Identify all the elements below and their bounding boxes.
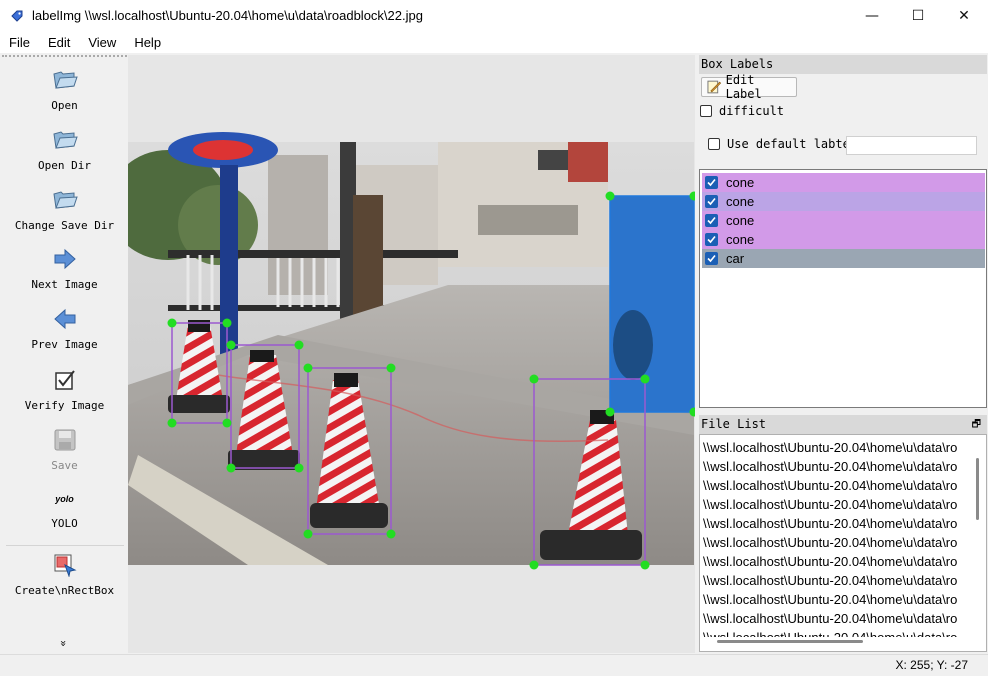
image-canvas[interactable] (128, 55, 695, 653)
label-text: car (726, 251, 745, 266)
change-save-dir-button[interactable]: Change Save Dir (2, 187, 127, 232)
file-item[interactable]: \\wsl.localhost\Ubuntu-20.04\home\u\data… (703, 609, 969, 628)
verify-image-label: Verify Image (24, 399, 105, 412)
folder-open-icon (52, 127, 78, 153)
horizontal-scrollbar[interactable] (717, 640, 863, 643)
file-item[interactable]: \\wsl.localhost\Ubuntu-20.04\home\u\data… (703, 628, 969, 637)
edit-label-text: Edit Label (725, 73, 762, 101)
toolbar: Open Open Dir Change Save Dir Next Image… (2, 55, 127, 653)
menu-bar: File Edit View Help (0, 31, 988, 53)
checkbox-checked-icon[interactable] (705, 233, 718, 246)
file-item[interactable]: \\wsl.localhost\Ubuntu-20.04\home\u\data… (703, 571, 969, 590)
yolo-icon: yolo (52, 487, 78, 511)
label-text: cone (726, 232, 755, 247)
difficult-checkbox[interactable]: difficult (700, 104, 784, 118)
file-item[interactable]: \\wsl.localhost\Ubuntu-20.04\home\u\data… (703, 590, 969, 609)
draw-rectangle-icon (52, 552, 78, 578)
label-item[interactable]: cone (702, 211, 985, 230)
floppy-disk-icon (52, 427, 78, 453)
open-label: Open (51, 99, 78, 112)
prev-image-label: Prev Image (31, 338, 98, 351)
checkbox-checked-icon[interactable] (705, 252, 718, 265)
file-item[interactable]: \\wsl.localhost\Ubuntu-20.04\home\u\data… (703, 457, 969, 476)
file-item[interactable]: \\wsl.localhost\Ubuntu-20.04\home\u\data… (703, 514, 969, 533)
use-default-label-checkbox-box[interactable] (708, 138, 720, 150)
checkbox-checked-icon[interactable] (705, 195, 718, 208)
tag-icon (11, 10, 23, 22)
title-bar: labelImg \\wsl.localhost\Ubuntu-20.04\ho… (0, 0, 988, 31)
checkbox-check-icon (52, 367, 78, 393)
yolo-icon-text: yolo (55, 494, 74, 504)
label-item[interactable]: cone (702, 230, 985, 249)
difficult-label: difficult (719, 104, 785, 118)
next-image-label: Next Image (31, 278, 98, 291)
folder-open-icon (52, 187, 78, 213)
file-item[interactable]: \\wsl.localhost\Ubuntu-20.04\home\u\data… (703, 438, 969, 457)
annotated-image (128, 132, 695, 570)
window-title: labelImg \\wsl.localhost\Ubuntu-20.04\ho… (32, 8, 423, 23)
folder-open-icon (52, 67, 78, 93)
label-text: cone (726, 194, 755, 209)
label-item[interactable]: car (702, 249, 985, 268)
box-labels-header: Box Labels (699, 55, 987, 74)
arrow-left-icon (52, 306, 78, 332)
edit-note-icon (707, 80, 722, 94)
minimize-button[interactable]: — (849, 0, 895, 31)
yolo-format-button[interactable]: yolo YOLO (2, 487, 127, 530)
open-dir-button[interactable]: Open Dir (2, 127, 127, 172)
toolbar-separator (6, 545, 124, 546)
prev-image-button[interactable]: Prev Image (2, 306, 127, 351)
checkbox-checked-icon[interactable] (705, 176, 718, 189)
next-image-button[interactable]: Next Image (2, 246, 127, 291)
close-button[interactable]: ✕ (941, 0, 987, 31)
verify-image-button[interactable]: Verify Image (2, 367, 127, 412)
file-list[interactable]: \\wsl.localhost\Ubuntu-20.04\home\u\data… (699, 434, 987, 652)
save-label: Save (51, 459, 78, 472)
checkbox-checked-icon[interactable] (705, 214, 718, 227)
file-item[interactable]: \\wsl.localhost\Ubuntu-20.04\home\u\data… (703, 552, 969, 571)
save-button[interactable]: Save (2, 427, 127, 472)
file-item[interactable]: \\wsl.localhost\Ubuntu-20.04\home\u\data… (703, 533, 969, 552)
vertical-scrollbar[interactable] (976, 458, 979, 520)
arrow-right-icon (52, 246, 78, 272)
file-item[interactable]: \\wsl.localhost\Ubuntu-20.04\home\u\data… (703, 495, 969, 514)
use-default-label-text: Use default labtel (727, 137, 858, 151)
menu-file[interactable]: File (0, 35, 39, 50)
label-text: cone (726, 213, 755, 228)
status-bar: X: 255; Y: -27 (0, 654, 988, 676)
dock-float-icon[interactable]: 🗗 (972, 415, 981, 434)
label-list[interactable]: cone cone cone cone car (699, 169, 987, 408)
label-text: cone (726, 175, 755, 190)
difficult-checkbox-box[interactable] (700, 105, 712, 117)
default-label-input[interactable] (846, 136, 977, 155)
file-list-header: File List 🗗 (699, 415, 987, 434)
menu-help[interactable]: Help (125, 35, 170, 50)
file-item[interactable]: \\wsl.localhost\Ubuntu-20.04\home\u\data… (703, 476, 969, 495)
cursor-coordinates: X: 255; Y: -27 (895, 658, 969, 672)
yolo-label: YOLO (51, 517, 78, 530)
edit-label-button[interactable]: Edit Label (701, 73, 797, 101)
file-list-title: File List (701, 417, 767, 431)
maximize-button[interactable]: ☐ (895, 0, 941, 31)
label-item[interactable]: cone (702, 192, 985, 211)
menu-edit[interactable]: Edit (39, 35, 79, 50)
open-dir-label: Open Dir (38, 159, 91, 172)
menu-view[interactable]: View (79, 35, 125, 50)
change-save-dir-label: Change Save Dir (14, 219, 115, 232)
open-button[interactable]: Open (2, 67, 127, 112)
label-item[interactable]: cone (702, 173, 985, 192)
use-default-label-checkbox[interactable]: Use default labtel (708, 137, 857, 151)
